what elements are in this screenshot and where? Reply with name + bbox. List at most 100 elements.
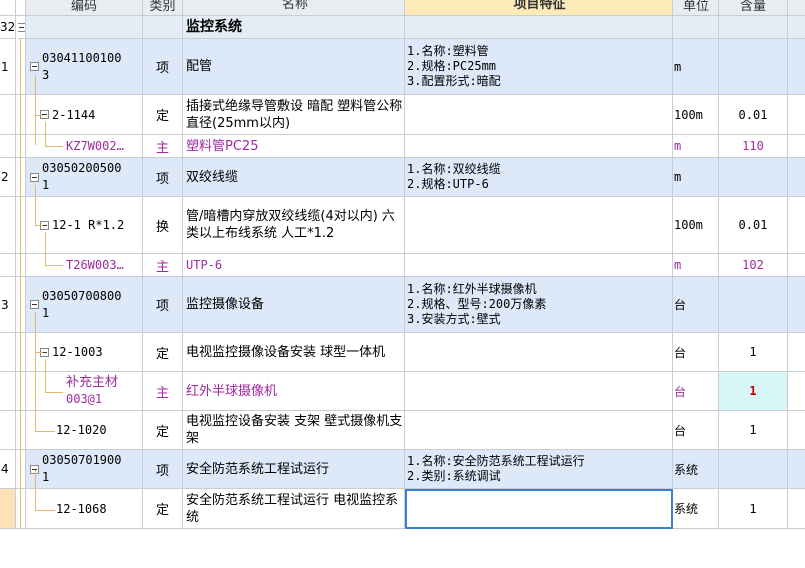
row-unit[interactable]: 台 xyxy=(673,411,719,450)
row-feature[interactable] xyxy=(405,254,673,277)
row-qty[interactable]: 1 xyxy=(719,489,788,529)
section-name[interactable]: 监控系统 xyxy=(183,16,405,39)
row-feature[interactable] xyxy=(405,95,673,135)
header-type[interactable]: 类别 xyxy=(143,0,183,16)
row-feature[interactable] xyxy=(405,333,673,372)
row-unit[interactable]: m xyxy=(673,135,719,158)
row-name[interactable]: 管/暗槽内穿放双绞线缆(4对以内) 六类以上布线系统 人工*1.2 xyxy=(183,197,405,254)
table-row[interactable]: 3 03050700800 1 项 监控摄像设备 1.名称:红外半球摄像机 2.规… xyxy=(0,277,805,333)
row-feature[interactable]: 1.名称:双绞线缆 2.规格:UTP-6 xyxy=(405,158,673,197)
row-qty[interactable]: 1 xyxy=(719,333,788,372)
row-unit[interactable]: 系统 xyxy=(673,450,719,489)
row-unit[interactable]: 100m xyxy=(673,197,719,254)
table-row[interactable]: 12-1003 定 电视监控摄像设备安装 球型一体机 台 1 xyxy=(0,333,805,372)
table-row[interactable]: 12-1 R*1.2 换 管/暗槽内穿放双绞线缆(4对以内) 六类以上布线系统 … xyxy=(0,197,805,254)
row-code[interactable]: 12-1003 xyxy=(26,333,143,372)
section-row[interactable]: 32 监控系统 xyxy=(0,16,805,39)
row-unit[interactable]: 台 xyxy=(673,277,719,333)
row-type[interactable]: 定 xyxy=(143,95,183,135)
row-code[interactable]: 03041100100 3 xyxy=(26,39,143,95)
row-name[interactable]: 红外半球摄像机 xyxy=(183,372,405,411)
row-qty[interactable] xyxy=(719,39,788,95)
row-code[interactable]: 12-1 R*1.2 xyxy=(26,197,143,254)
row-feature[interactable] xyxy=(405,411,673,450)
table-row[interactable]: 2-1144 定 插接式绝缘导管敷设 暗配 塑料管公称直径(25mm以内) 10… xyxy=(0,95,805,135)
collapse-icon[interactable] xyxy=(30,300,39,309)
row-unit[interactable]: m xyxy=(673,39,719,95)
collapse-icon[interactable] xyxy=(30,62,39,71)
row-qty[interactable] xyxy=(719,450,788,489)
row-unit[interactable]: 100m xyxy=(673,95,719,135)
row-feature[interactable]: 1.名称:红外半球摄像机 2.规格、型号:200万像素 3.安装方式:壁式 xyxy=(405,277,673,333)
row-code[interactable]: 03050701900 1 xyxy=(26,450,143,489)
row-feature[interactable]: 1.名称:塑料管 2.规格:PC25mm 3.配置形式:暗配 xyxy=(405,39,673,95)
row-type[interactable]: 主 xyxy=(143,254,183,277)
row-code[interactable]: 补充主材 003@1 xyxy=(26,372,143,411)
section-tail xyxy=(788,16,805,39)
row-feature[interactable]: 1.名称:安全防范系统工程试运行 2.类别:系统调试 xyxy=(405,450,673,489)
table-row[interactable]: 1 03041100100 3 项 配管 1.名称:塑料管 2.规格:PC25mm… xyxy=(0,39,805,95)
row-qty[interactable]: 102 xyxy=(719,254,788,277)
row-unit[interactable]: m xyxy=(673,158,719,197)
row-name[interactable]: 插接式绝缘导管敷设 暗配 塑料管公称直径(25mm以内) xyxy=(183,95,405,135)
row-code[interactable]: 2-1144 xyxy=(26,95,143,135)
header-unit[interactable]: 单位 xyxy=(673,0,719,16)
section-unit xyxy=(673,16,719,39)
row-type[interactable]: 项 xyxy=(143,450,183,489)
tree-line xyxy=(45,392,63,393)
row-feature[interactable] xyxy=(405,135,673,158)
table-row[interactable]: 补充主材 003@1 主 红外半球摄像机 台 1 xyxy=(0,372,805,411)
table-row[interactable]: T26W003… 主 UTP-6 m 102 xyxy=(0,254,805,277)
table-row[interactable]: 4 03050701900 1 项 安全防范系统工程试运行 1.名称:安全防范系统… xyxy=(0,450,805,489)
row-type[interactable]: 主 xyxy=(143,135,183,158)
row-code[interactable]: KZ7W002… xyxy=(26,135,143,158)
row-qty[interactable] xyxy=(719,277,788,333)
row-qty[interactable] xyxy=(719,158,788,197)
table-row[interactable]: 2 03050200500 1 项 双绞线缆 1.名称:双绞线缆 2.规格:UTP… xyxy=(0,158,805,197)
row-code[interactable]: 12-1068 xyxy=(26,489,143,529)
row-qty[interactable]: 1 xyxy=(719,372,788,411)
row-type[interactable]: 定 xyxy=(143,333,183,372)
row-qty[interactable]: 0.01 xyxy=(719,197,788,254)
row-name[interactable]: 安全防范系统工程试运行 xyxy=(183,450,405,489)
row-qty[interactable]: 0.01 xyxy=(719,95,788,135)
row-code[interactable]: T26W003… xyxy=(26,254,143,277)
row-name[interactable]: 双绞线缆 xyxy=(183,158,405,197)
row-unit[interactable]: m xyxy=(673,254,719,277)
row-feature[interactable] xyxy=(405,197,673,254)
collapse-icon[interactable] xyxy=(30,172,39,182)
row-qty[interactable]: 110 xyxy=(719,135,788,158)
row-type[interactable]: 项 xyxy=(143,158,183,197)
collapse-icon[interactable] xyxy=(18,22,25,32)
row-name[interactable]: 塑料管PC25 xyxy=(183,135,405,158)
row-type[interactable]: 项 xyxy=(143,277,183,333)
row-code[interactable]: 03050700800 1 xyxy=(26,277,143,333)
row-type[interactable]: 项 xyxy=(143,39,183,95)
row-type[interactable]: 定 xyxy=(143,411,183,450)
row-name[interactable]: 配管 xyxy=(183,39,405,95)
row-type[interactable]: 主 xyxy=(143,372,183,411)
tree-line xyxy=(35,185,36,225)
row-name[interactable]: 电视监控设备安装 支架 壁式摄像机支架 xyxy=(183,411,405,450)
header-name[interactable]: 名称 xyxy=(183,0,405,16)
row-code[interactable]: 03050200500 1 xyxy=(26,158,143,197)
section-toggle[interactable] xyxy=(18,16,26,39)
header-feature[interactable]: 项目特征 xyxy=(405,0,673,16)
row-unit[interactable]: 台 xyxy=(673,333,719,372)
row-unit[interactable]: 台 xyxy=(673,372,719,411)
row-name[interactable]: 安全防范系统工程试运行 电视监控系统 xyxy=(183,489,405,529)
header-code[interactable]: 编码 xyxy=(26,0,143,16)
table-row[interactable]: 12-1068 定 安全防范系统工程试运行 电视监控系统 系统 1 xyxy=(0,489,805,529)
row-qty[interactable]: 1 xyxy=(719,411,788,450)
table-row[interactable]: KZ7W002… 主 塑料管PC25 m 110 xyxy=(0,135,805,158)
row-feature[interactable] xyxy=(405,372,673,411)
table-row[interactable]: 12-1020 定 电视监控设备安装 支架 壁式摄像机支架 台 1 xyxy=(0,411,805,450)
row-name[interactable]: 电视监控摄像设备安装 球型一体机 xyxy=(183,333,405,372)
row-name[interactable]: UTP-6 xyxy=(183,254,405,277)
row-unit[interactable]: 系统 xyxy=(673,489,719,529)
row-name[interactable]: 监控摄像设备 xyxy=(183,277,405,333)
row-type[interactable]: 换 xyxy=(143,197,183,254)
header-qty[interactable]: 含量 xyxy=(719,0,788,16)
row-feature-selected[interactable] xyxy=(405,489,673,529)
row-type[interactable]: 定 xyxy=(143,489,183,529)
